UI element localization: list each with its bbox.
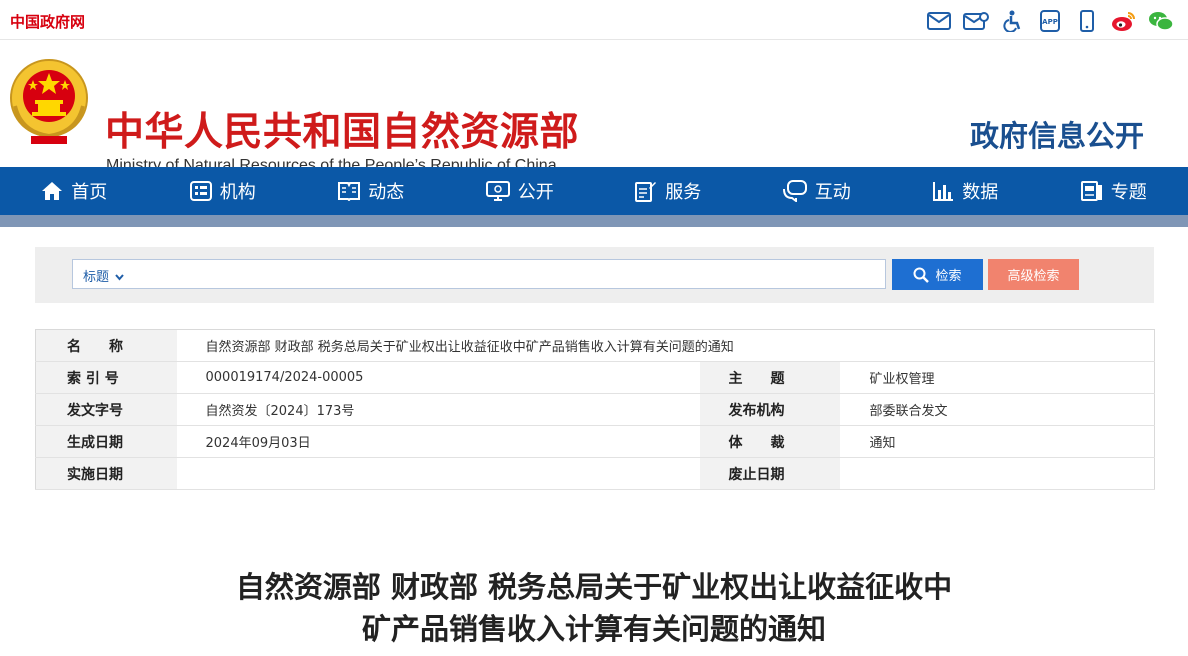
- name-value: 自然资源部 财政部 税务总局关于矿业权出让收益征收中矿产品销售收入计算有关问题的…: [176, 329, 1155, 362]
- nav-item-news[interactable]: 动态: [297, 167, 446, 215]
- abolish-date-label: 废止日期: [699, 457, 840, 490]
- home-icon: [42, 182, 63, 200]
- section-title[interactable]: 政府信息公开: [970, 113, 1144, 155]
- table-row: 生成日期 2024年09月03日 体 裁 通知: [35, 425, 1155, 458]
- chart-icon: [933, 182, 954, 201]
- chevron-down-icon: [115, 274, 124, 281]
- nav-item-org[interactable]: 机构: [149, 167, 298, 215]
- document-info-table: 名 称 自然资源部 财政部 税务总局关于矿业权出让收益征收中矿产品销售收入计算有…: [35, 329, 1155, 490]
- top-bar: 中国政府网 APP: [0, 0, 1188, 40]
- nav-item-service[interactable]: 服务: [594, 167, 743, 215]
- effective-date-label: 实施日期: [35, 457, 177, 490]
- wechat-icon[interactable]: [1148, 8, 1174, 34]
- genre-label: 体 裁: [699, 425, 840, 458]
- nav-item-disclosure[interactable]: 公开: [446, 167, 595, 215]
- article-title-line-2: 矿产品销售收入计算有关问题的通知: [361, 612, 826, 646]
- mail-icon[interactable]: [926, 8, 952, 34]
- accessibility-icon[interactable]: [1000, 8, 1026, 34]
- main-nav: 首页 机构 动态 公开 服务 互动 数据 专题: [0, 167, 1188, 215]
- doc-number-label: 发文字号: [35, 393, 177, 426]
- news-icon: [338, 182, 361, 201]
- topic-icon: [1080, 181, 1102, 201]
- email-icon[interactable]: [963, 8, 989, 34]
- nav-item-label: 动态: [368, 182, 405, 203]
- gov-portal-link[interactable]: 中国政府网: [10, 11, 85, 32]
- search-button-label: 检索: [935, 269, 962, 284]
- disclosure-icon: [485, 181, 510, 201]
- table-row: 索 引 号 000019174/2024-00005 主 题 矿业权管理: [35, 361, 1155, 394]
- issuer-label: 发布机构: [699, 393, 840, 426]
- search-field-select[interactable]: 标题: [83, 266, 124, 285]
- site-title-cn[interactable]: 中华人民共和国自然资源部: [105, 101, 579, 157]
- svg-text:APP: APP: [1042, 18, 1058, 26]
- effective-date-value: [176, 457, 700, 490]
- nav-item-home[interactable]: 首页: [0, 167, 149, 215]
- nav-item-label: 公开: [517, 182, 554, 203]
- advanced-search-button[interactable]: 高级检索: [988, 259, 1079, 290]
- abolish-date-value: [839, 457, 1155, 490]
- issuer-value: 部委联合发文: [839, 393, 1155, 426]
- subject-label: 主 题: [699, 361, 840, 394]
- table-row: 实施日期 废止日期: [35, 457, 1155, 490]
- mobile-icon[interactable]: [1074, 8, 1100, 34]
- search-icon: [913, 267, 930, 283]
- search-panel: 标题 检索 高级检索: [35, 247, 1154, 303]
- search-button[interactable]: 检索: [892, 259, 983, 290]
- nav-item-label: 机构: [219, 182, 256, 203]
- app-icon[interactable]: APP: [1037, 8, 1063, 34]
- weibo-icon[interactable]: [1111, 8, 1137, 34]
- genre-value: 通知: [839, 425, 1155, 458]
- table-row: 发文字号 自然资发〔2024〕173号 发布机构 部委联合发文: [35, 393, 1155, 426]
- index-label: 索 引 号: [35, 361, 177, 394]
- nav-item-topic[interactable]: 专题: [1040, 167, 1188, 215]
- date-value: 2024年09月03日: [176, 425, 700, 458]
- table-row: 名 称 自然资源部 财政部 税务总局关于矿业权出让收益征收中矿产品销售收入计算有…: [35, 329, 1155, 362]
- top-icons: APP: [915, 8, 1174, 34]
- name-label: 名 称: [35, 329, 177, 362]
- nav-item-label: 首页: [71, 182, 108, 203]
- article-title-line-1: 自然资源部 财政部 税务总局关于矿业权出让收益征收中: [235, 570, 953, 604]
- nav-item-data[interactable]: 数据: [891, 167, 1040, 215]
- nav-underline: [0, 215, 1188, 227]
- subject-value: 矿业权管理: [839, 361, 1155, 394]
- date-label: 生成日期: [35, 425, 177, 458]
- search-input[interactable]: 标题: [72, 259, 886, 289]
- chat-icon: [782, 180, 807, 202]
- nav-item-label: 数据: [962, 182, 999, 203]
- index-value: 000019174/2024-00005: [176, 361, 700, 394]
- nav-item-label: 服务: [665, 182, 702, 203]
- service-icon: [635, 182, 657, 202]
- search-field-label: 标题: [83, 270, 110, 285]
- org-icon: [189, 181, 212, 201]
- nav-item-label: 专题: [1110, 182, 1147, 203]
- article-title: 自然资源部 财政部 税务总局关于矿业权出让收益征收中 矿产品销售收入计算有关问题…: [0, 566, 1188, 650]
- nav-item-label: 互动: [814, 182, 851, 203]
- site-header: 中华人民共和国自然资源部 Ministry of Natural Resourc…: [0, 40, 1188, 174]
- doc-number-value: 自然资发〔2024〕173号: [176, 393, 700, 426]
- nav-item-interaction[interactable]: 互动: [743, 167, 892, 215]
